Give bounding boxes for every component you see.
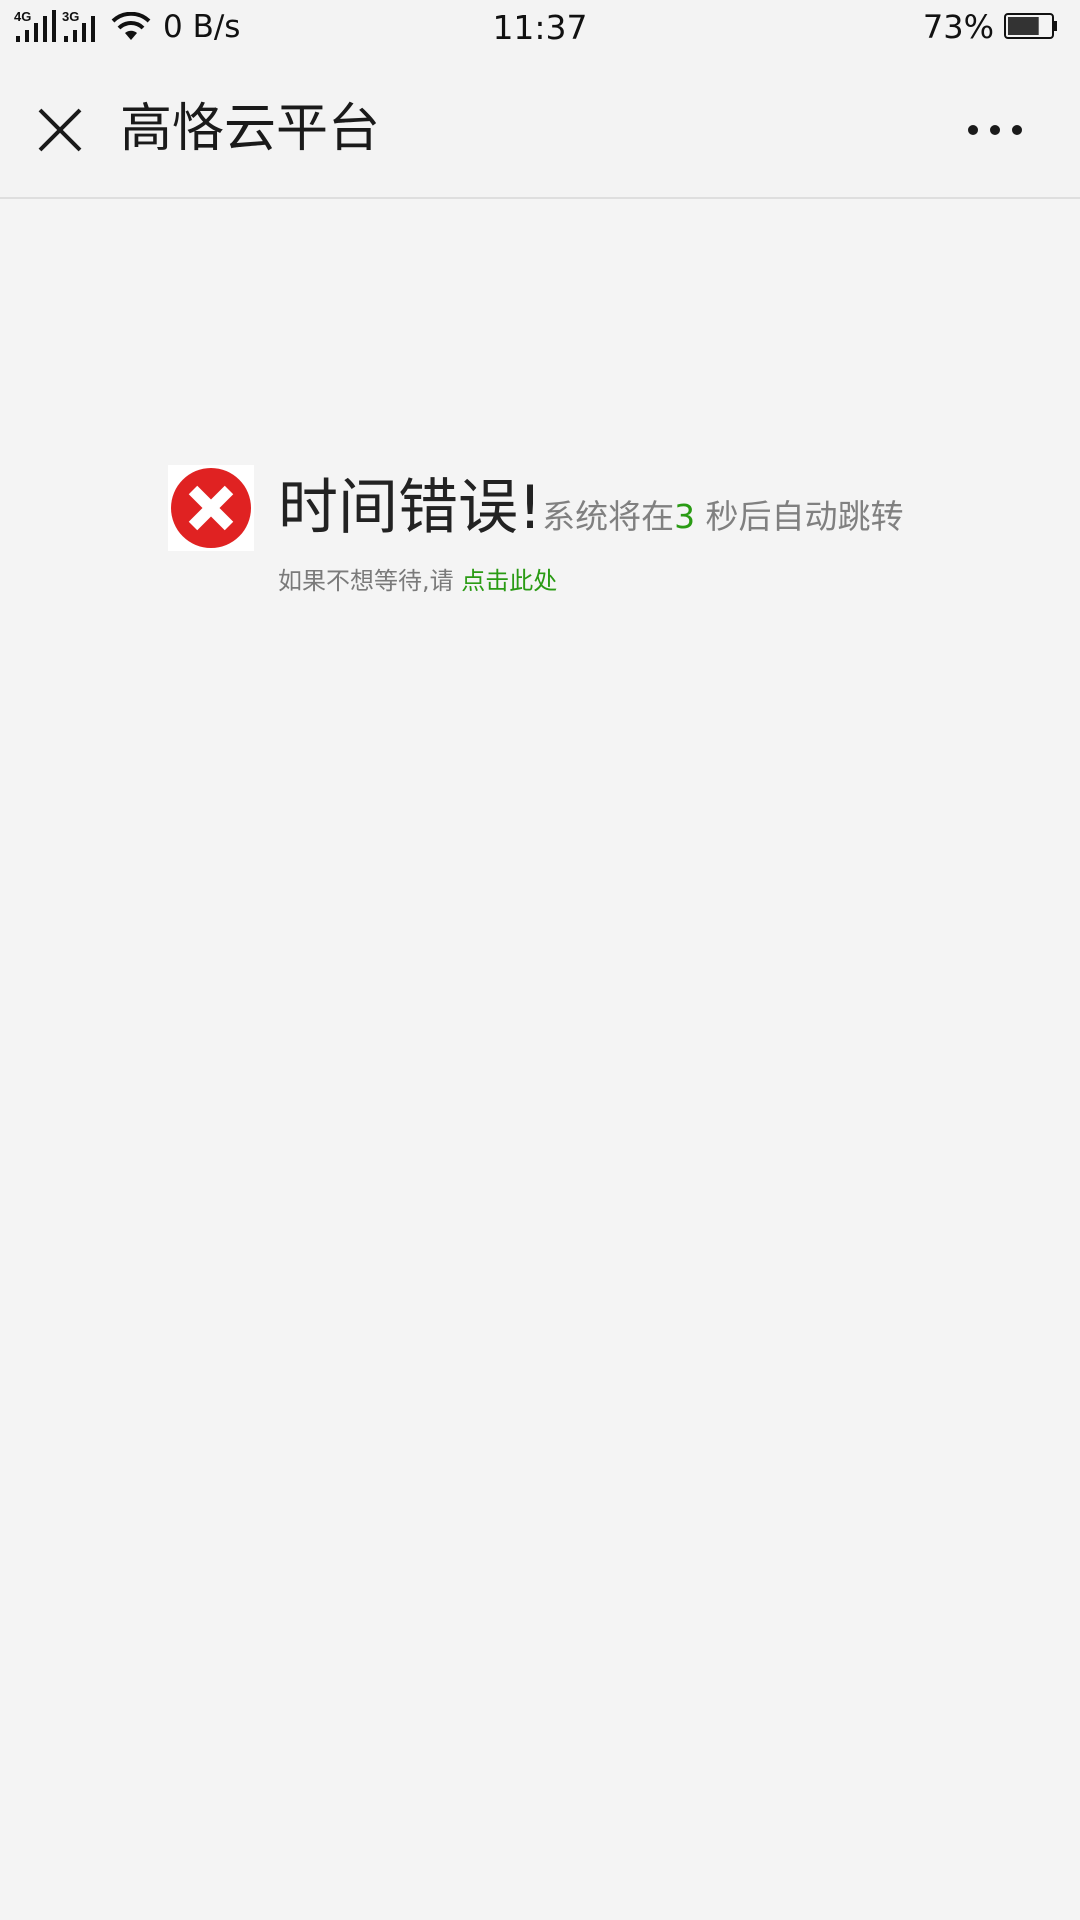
redirect-prefix: 系统将在 bbox=[542, 497, 675, 536]
click-here-link[interactable]: 点击此处 bbox=[461, 567, 557, 595]
redirect-hint: 如果不想等待,请 点击此处 bbox=[278, 563, 557, 599]
battery-icon bbox=[1004, 13, 1057, 39]
battery-percent: 73% bbox=[922, 8, 994, 46]
more-icon bbox=[968, 125, 1022, 135]
more-button[interactable] bbox=[950, 95, 1040, 165]
error-message: 时间错误!系统将在3 秒后自动跳转 bbox=[278, 465, 1058, 551]
hint-text: 如果不想等待,请 bbox=[278, 567, 462, 595]
close-icon bbox=[38, 108, 82, 152]
status-bar: 4G 3G 0 B/s 11:37 73% bbox=[0, 0, 1080, 55]
close-button[interactable] bbox=[20, 90, 100, 170]
countdown-seconds: 3 bbox=[674, 497, 696, 536]
error-x-icon bbox=[168, 465, 254, 551]
error-title: 时间错误! bbox=[278, 473, 543, 543]
nav-bar: 高恪云平台 bbox=[0, 55, 1080, 199]
clock: 11:37 bbox=[492, 8, 588, 47]
page-title: 高恪云平台 bbox=[120, 99, 381, 159]
redirect-suffix: 秒后自动跳转 bbox=[695, 497, 904, 536]
